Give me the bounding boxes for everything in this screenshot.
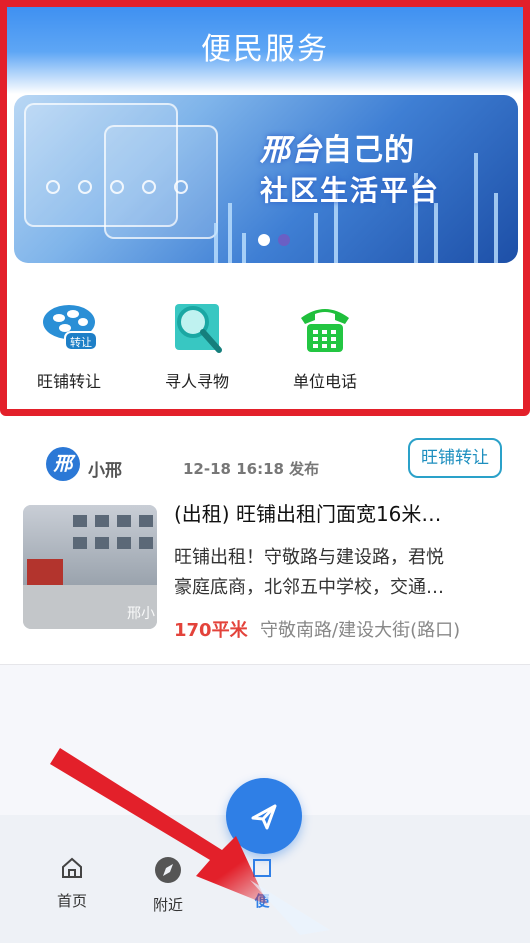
banner-slogan-line2: 社区生活平台 [260, 174, 441, 207]
tab-nearby[interactable]: 附近 [138, 856, 198, 915]
tab-label: 便 [254, 892, 270, 910]
post-time: 12-18 16:18 发布 [183, 460, 320, 478]
category-tag-button[interactable]: 旺铺转让 [408, 438, 502, 478]
publish-button[interactable] [226, 778, 302, 854]
service-badge: 转让 [70, 335, 92, 349]
banner-slogan-suffix: 自己的 [322, 133, 415, 168]
service-icon [253, 859, 271, 877]
post-area: 170平米 [174, 620, 248, 641]
page-header: 便民服务 [0, 0, 530, 94]
service-unit-phone[interactable]: 单位电话 [270, 300, 380, 392]
home-icon [62, 857, 82, 878]
service-grid: 转让 旺铺转让 寻人寻物 单位电话 [14, 300, 518, 396]
banner-pager [258, 231, 298, 250]
tab-service[interactable]: 便 [232, 856, 292, 911]
post-address: 守敬南路/建设大街(路口) [260, 620, 461, 641]
tab-home[interactable]: 首页 [42, 856, 102, 911]
service-label: 寻人寻物 [164, 372, 229, 391]
post-description: 旺铺出租！守敬路与建设路，君悦 豪庭底商，北邻五中学校，交通… [174, 543, 504, 603]
thumbnail-watermark: 邢小 [127, 606, 155, 622]
post-thumbnail[interactable]: 邢小 [23, 505, 157, 629]
service-label: 单位电话 [292, 372, 357, 391]
telephone-icon [295, 300, 355, 356]
pager-dot [278, 234, 290, 246]
banner-brand: 邢台 [260, 133, 322, 168]
search-magnifier-icon [167, 300, 227, 356]
post-description-line: 豪庭底商，北邻五中学校，交通… [174, 577, 444, 598]
tab-label: 首页 [56, 892, 87, 910]
page-title: 便民服务 [201, 32, 329, 67]
avatar: 邢 [46, 447, 80, 481]
post-title[interactable]: (出租) 旺铺出租门面宽16米… [174, 498, 504, 527]
post-author: 小邢 [88, 461, 122, 481]
post-description-line: 旺铺出租！守敬路与建设路，君悦 [174, 547, 444, 568]
shop-transfer-icon: 转让 [39, 300, 99, 356]
banner-decoration [46, 179, 206, 198]
banner[interactable]: 邢台自己的 社区生活平台 [14, 95, 518, 263]
pager-dot-active [258, 234, 270, 246]
send-icon [251, 804, 277, 830]
top-section: 便民服务 邢台自己的 社区生活平台 转让 旺铺转让 寻人寻物 单位电话 [0, 0, 530, 416]
compass-icon [155, 857, 181, 883]
service-shop-transfer[interactable]: 转让 旺铺转让 [14, 300, 124, 392]
service-lost-found[interactable]: 寻人寻物 [142, 300, 252, 392]
banner-slogan-line1: 邢台自己的 [260, 125, 415, 169]
service-label: 旺铺转让 [36, 372, 101, 391]
tab-label: 附近 [152, 896, 183, 914]
